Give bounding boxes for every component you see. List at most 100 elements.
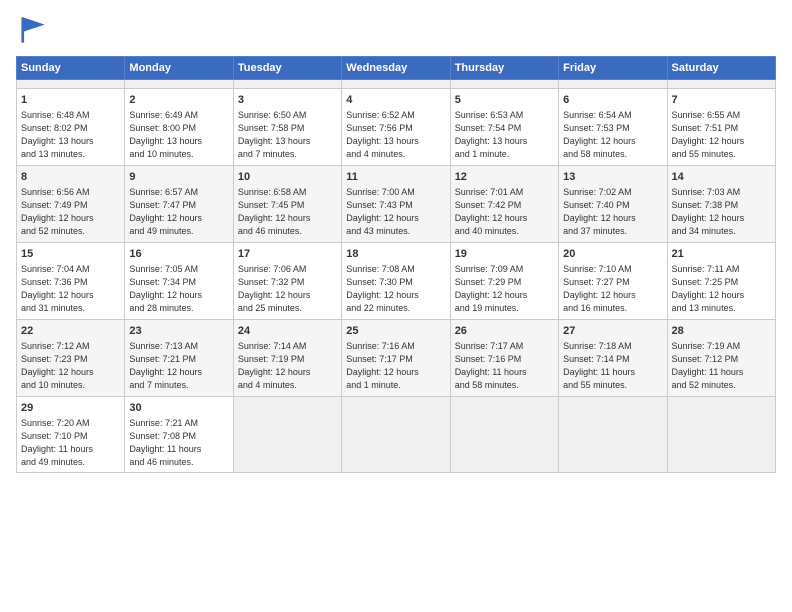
day-number: 27	[563, 324, 662, 339]
day-content: Sunrise: 7:03 AM Sunset: 7:38 PM Dayligh…	[672, 187, 745, 236]
day-number: 4	[346, 93, 445, 108]
day-number: 18	[346, 247, 445, 262]
calendar-table: SundayMondayTuesdayWednesdayThursdayFrid…	[16, 56, 776, 473]
calendar-cell	[450, 396, 558, 473]
calendar-cell: 30Sunrise: 7:21 AM Sunset: 7:08 PM Dayli…	[125, 396, 233, 473]
page-container: SundayMondayTuesdayWednesdayThursdayFrid…	[0, 0, 792, 481]
day-number: 25	[346, 324, 445, 339]
column-header-sunday: Sunday	[17, 57, 125, 80]
week-row-2: 8 Sunrise: 6:56 AM Sunset: 7:49 PM Daylig…	[17, 165, 776, 242]
day-number: 16	[129, 247, 228, 262]
calendar-cell	[17, 80, 125, 89]
day-number: 11	[346, 170, 445, 185]
day-number: 2	[129, 93, 228, 108]
day-number: 17	[238, 247, 337, 262]
calendar-cell	[450, 80, 558, 89]
day-number: 8	[21, 170, 120, 185]
calendar-cell: 15 Sunrise: 7:04 AM Sunset: 7:36 PM Dayli…	[17, 242, 125, 319]
calendar-cell	[342, 80, 450, 89]
calendar-cell: 1 Sunrise: 6:48 AM Sunset: 8:02 PM Daylig…	[17, 89, 125, 166]
day-number: 23	[129, 324, 228, 339]
day-number: 14	[672, 170, 771, 185]
day-content: Sunrise: 7:05 AM Sunset: 7:34 PM Dayligh…	[129, 264, 202, 313]
week-row-0	[17, 80, 776, 89]
calendar-cell: 8 Sunrise: 6:56 AM Sunset: 7:49 PM Daylig…	[17, 165, 125, 242]
day-number: 9	[129, 170, 228, 185]
day-content: Sunrise: 7:04 AM Sunset: 7:36 PM Dayligh…	[21, 264, 94, 313]
day-number: 22	[21, 324, 120, 339]
calendar-cell: 26 Sunrise: 7:17 AM Sunset: 7:16 PM Dayli…	[450, 319, 558, 396]
day-content: Sunrise: 7:00 AM Sunset: 7:43 PM Dayligh…	[346, 187, 419, 236]
column-header-tuesday: Tuesday	[233, 57, 341, 80]
column-header-wednesday: Wednesday	[342, 57, 450, 80]
day-content: Sunrise: 7:19 AM Sunset: 7:12 PM Dayligh…	[672, 341, 744, 390]
day-number: 28	[672, 324, 771, 339]
week-row-1: 1 Sunrise: 6:48 AM Sunset: 8:02 PM Daylig…	[17, 89, 776, 166]
day-content: Sunrise: 6:48 AM Sunset: 8:02 PM Dayligh…	[21, 110, 94, 159]
day-number: 26	[455, 324, 554, 339]
day-content: Sunrise: 7:17 AM Sunset: 7:16 PM Dayligh…	[455, 341, 527, 390]
calendar-cell: 21 Sunrise: 7:11 AM Sunset: 7:25 PM Dayli…	[667, 242, 775, 319]
calendar-cell	[233, 80, 341, 89]
column-header-monday: Monday	[125, 57, 233, 80]
day-number: 5	[455, 93, 554, 108]
calendar-cell: 20 Sunrise: 7:10 AM Sunset: 7:27 PM Dayli…	[559, 242, 667, 319]
calendar-cell: 19Sunrise: 7:09 AM Sunset: 7:29 PM Dayli…	[450, 242, 558, 319]
calendar-cell: 23Sunrise: 7:13 AM Sunset: 7:21 PM Dayli…	[125, 319, 233, 396]
logo	[16, 12, 54, 48]
calendar-cell: 29Sunrise: 7:20 AM Sunset: 7:10 PM Dayli…	[17, 396, 125, 473]
calendar-cell: 3 Sunrise: 6:50 AM Sunset: 7:58 PM Daylig…	[233, 89, 341, 166]
day-number: 3	[238, 93, 337, 108]
calendar-cell: 7Sunrise: 6:55 AM Sunset: 7:51 PM Daylig…	[667, 89, 775, 166]
day-content: Sunrise: 7:18 AM Sunset: 7:14 PM Dayligh…	[563, 341, 635, 390]
day-content: Sunrise: 7:21 AM Sunset: 7:08 PM Dayligh…	[129, 418, 201, 467]
column-header-thursday: Thursday	[450, 57, 558, 80]
calendar-cell: 16 Sunrise: 7:05 AM Sunset: 7:34 PM Dayli…	[125, 242, 233, 319]
calendar-cell: 5Sunrise: 6:53 AM Sunset: 7:54 PM Daylig…	[450, 89, 558, 166]
day-content: Sunrise: 7:06 AM Sunset: 7:32 PM Dayligh…	[238, 264, 311, 313]
day-number: 1	[21, 93, 120, 108]
day-number: 21	[672, 247, 771, 262]
column-header-saturday: Saturday	[667, 57, 775, 80]
week-row-4: 22 Sunrise: 7:12 AM Sunset: 7:23 PM Dayli…	[17, 319, 776, 396]
calendar-cell: 14 Sunrise: 7:03 AM Sunset: 7:38 PM Dayli…	[667, 165, 775, 242]
calendar-cell: 10 Sunrise: 6:58 AM Sunset: 7:45 PM Dayli…	[233, 165, 341, 242]
day-content: Sunrise: 7:02 AM Sunset: 7:40 PM Dayligh…	[563, 187, 636, 236]
day-number: 24	[238, 324, 337, 339]
calendar-body: 1 Sunrise: 6:48 AM Sunset: 8:02 PM Daylig…	[17, 80, 776, 473]
day-content: Sunrise: 7:11 AM Sunset: 7:25 PM Dayligh…	[672, 264, 745, 313]
day-content: Sunrise: 7:20 AM Sunset: 7:10 PM Dayligh…	[21, 418, 93, 467]
calendar-cell: 18 Sunrise: 7:08 AM Sunset: 7:30 PM Dayli…	[342, 242, 450, 319]
calendar-cell: 27 Sunrise: 7:18 AM Sunset: 7:14 PM Dayli…	[559, 319, 667, 396]
day-content: Sunrise: 7:01 AM Sunset: 7:42 PM Dayligh…	[455, 187, 528, 236]
day-content: Sunrise: 7:09 AM Sunset: 7:29 PM Dayligh…	[455, 264, 528, 313]
day-content: Sunrise: 6:58 AM Sunset: 7:45 PM Dayligh…	[238, 187, 311, 236]
calendar-cell: 28 Sunrise: 7:19 AM Sunset: 7:12 PM Dayli…	[667, 319, 775, 396]
day-content: Sunrise: 7:08 AM Sunset: 7:30 PM Dayligh…	[346, 264, 419, 313]
calendar-cell	[559, 396, 667, 473]
day-content: Sunrise: 6:56 AM Sunset: 7:49 PM Dayligh…	[21, 187, 94, 236]
calendar-cell: 25Sunrise: 7:16 AM Sunset: 7:17 PM Dayli…	[342, 319, 450, 396]
calendar-cell	[342, 396, 450, 473]
day-content: Sunrise: 6:50 AM Sunset: 7:58 PM Dayligh…	[238, 110, 311, 159]
day-number: 20	[563, 247, 662, 262]
calendar-cell: 12Sunrise: 7:01 AM Sunset: 7:42 PM Dayli…	[450, 165, 558, 242]
day-content: Sunrise: 7:10 AM Sunset: 7:27 PM Dayligh…	[563, 264, 636, 313]
week-row-5: 29Sunrise: 7:20 AM Sunset: 7:10 PM Dayli…	[17, 396, 776, 473]
calendar-cell: 4Sunrise: 6:52 AM Sunset: 7:56 PM Daylig…	[342, 89, 450, 166]
day-number: 10	[238, 170, 337, 185]
column-header-friday: Friday	[559, 57, 667, 80]
calendar-cell: 22 Sunrise: 7:12 AM Sunset: 7:23 PM Dayli…	[17, 319, 125, 396]
day-content: Sunrise: 6:55 AM Sunset: 7:51 PM Dayligh…	[672, 110, 745, 159]
week-row-3: 15 Sunrise: 7:04 AM Sunset: 7:36 PM Dayli…	[17, 242, 776, 319]
calendar-cell	[559, 80, 667, 89]
calendar-cell: 13Sunrise: 7:02 AM Sunset: 7:40 PM Dayli…	[559, 165, 667, 242]
logo-icon	[16, 12, 52, 48]
calendar-cell: 2Sunrise: 6:49 AM Sunset: 8:00 PM Daylig…	[125, 89, 233, 166]
day-number: 15	[21, 247, 120, 262]
calendar-cell: 6Sunrise: 6:54 AM Sunset: 7:53 PM Daylig…	[559, 89, 667, 166]
page-header	[16, 12, 776, 48]
calendar-cell: 24Sunrise: 7:14 AM Sunset: 7:19 PM Dayli…	[233, 319, 341, 396]
day-content: Sunrise: 7:12 AM Sunset: 7:23 PM Dayligh…	[21, 341, 94, 390]
calendar-cell: 9Sunrise: 6:57 AM Sunset: 7:47 PM Daylig…	[125, 165, 233, 242]
